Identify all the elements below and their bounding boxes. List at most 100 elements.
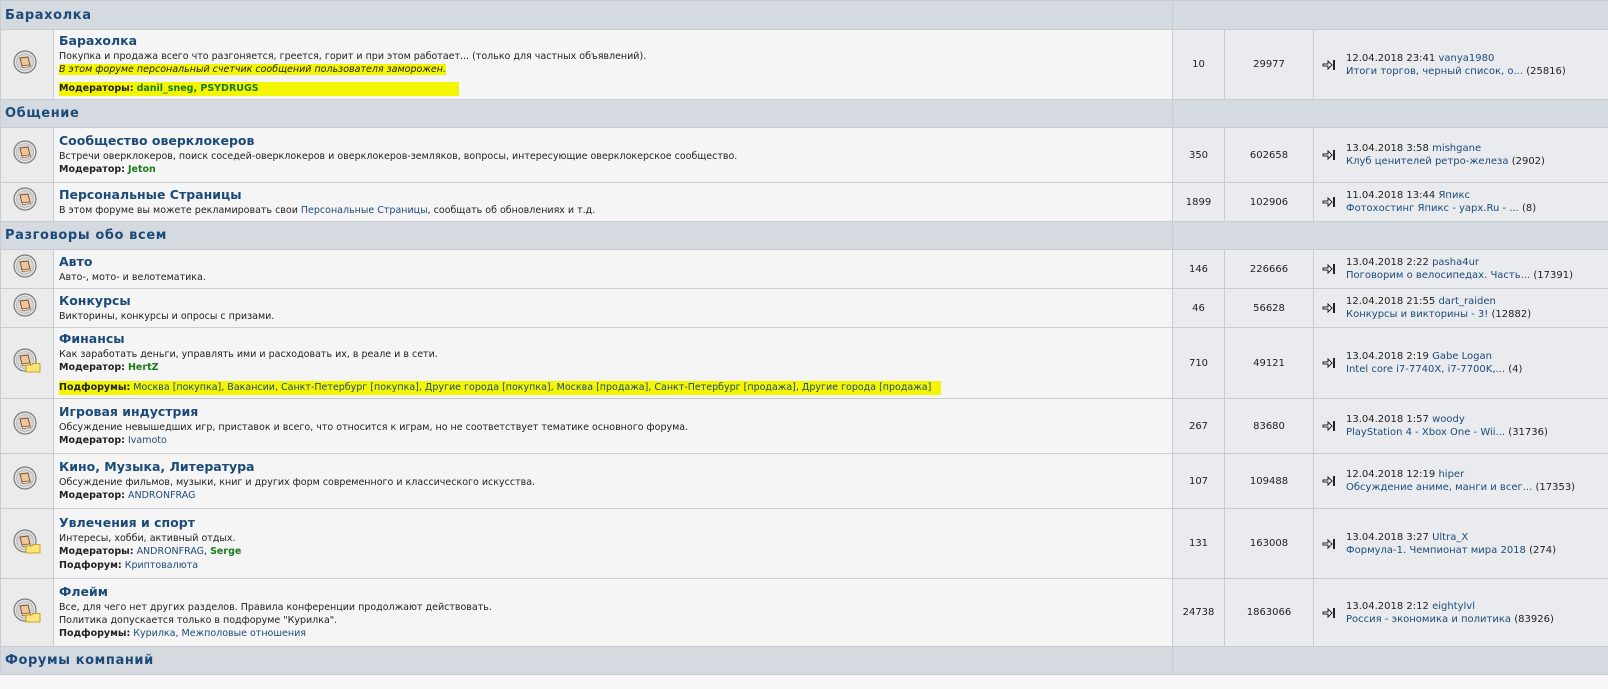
moderators-label: Модератор:: [59, 164, 125, 175]
last-post-date: 12.04.2018 21:55: [1346, 296, 1436, 307]
topics-count: 107: [1172, 453, 1225, 509]
forum-book-icon: [13, 187, 37, 211]
subforums-links[interactable]: Москва [покупка], Вакансии, Санкт-Петерб…: [133, 382, 931, 393]
last-post-topic[interactable]: Intel core i7-7740X, i7-7700K,...: [1346, 364, 1505, 375]
subforums-label: Подфорумы:: [59, 382, 131, 393]
forum-title[interactable]: Игровая индустрия: [59, 404, 1167, 419]
last-post-arrow-icon[interactable]: [1322, 357, 1340, 369]
forum-row: Финансы Как заработать деньги, управлять…: [0, 327, 1608, 399]
last-post-count: (8): [1522, 203, 1537, 214]
last-post-arrow-icon[interactable]: [1322, 302, 1340, 314]
last-post-arrow-icon[interactable]: [1322, 538, 1340, 550]
forum-book-icon: [13, 411, 37, 435]
category-row: Барахолка: [0, 0, 1608, 30]
personal-pages-link[interactable]: Персональные Страницы: [301, 205, 428, 216]
subforums-links[interactable]: Криптовалюта: [125, 560, 198, 571]
forum-description: Все, для чего нет других разделов. Прави…: [59, 602, 492, 613]
forum-row: Флейм Все, для чего нет других разделов.…: [0, 578, 1608, 647]
moderators-label: Модератор:: [59, 362, 125, 373]
last-post-topic[interactable]: Обсуждение аниме, манги и всег...: [1346, 482, 1532, 493]
last-post-user[interactable]: pasha4ur: [1432, 257, 1479, 268]
forum-description-end: , сообщать об обновлениях и т.д.: [427, 205, 596, 216]
last-post-arrow-icon[interactable]: [1322, 59, 1340, 71]
forum-book-folder-icon: [13, 528, 41, 553]
forum-title[interactable]: Увлечения и спорт: [59, 515, 1167, 530]
category-title[interactable]: Общение: [0, 99, 1173, 128]
forum-title[interactable]: Финансы: [59, 331, 1167, 346]
forum-description: Викторины, конкурсы и опросы с призами.: [59, 311, 275, 322]
forum-row: Кино, Музыка, Литература Обсуждение филь…: [0, 453, 1608, 509]
last-post-count: (17353): [1535, 482, 1576, 493]
last-post-arrow-icon[interactable]: [1322, 475, 1340, 487]
forum-description-2: Политика допускается только в подфоруме …: [59, 615, 338, 626]
last-post-user[interactable]: vanya1980: [1438, 53, 1494, 64]
last-post-date: 13.04.2018 2:12: [1346, 600, 1429, 612]
forum-note: В этом форуме персональный счетчик сообщ…: [59, 64, 446, 75]
category-title[interactable]: Барахолка: [0, 0, 1173, 30]
posts-count: 602658: [1224, 127, 1314, 183]
last-post-user[interactable]: Ultra_X: [1432, 532, 1468, 543]
forum-title[interactable]: Сообщество оверклокеров: [59, 133, 1167, 148]
last-post-user[interactable]: eightylvl: [1432, 601, 1475, 612]
last-post-user[interactable]: Gabe Logan: [1432, 351, 1492, 362]
topics-count: 131: [1172, 508, 1225, 579]
forum-description: Интересы, хобби, активный отдых.: [59, 532, 236, 544]
forum-description: В этом форуме вы можете рекламировать св…: [59, 205, 301, 216]
last-post-user[interactable]: hiper: [1438, 469, 1464, 480]
topics-count: 350: [1172, 127, 1225, 183]
last-post-date: 11.04.2018 13:44: [1346, 190, 1436, 201]
posts-count: 226666: [1224, 249, 1314, 289]
forum-title[interactable]: Флейм: [59, 584, 1167, 599]
last-post-topic[interactable]: Клуб ценителей ретро-железа: [1346, 156, 1509, 167]
last-post-count: (83926): [1514, 613, 1554, 625]
last-post-topic[interactable]: PlayStation 4 - Xbox One - Wii...: [1346, 427, 1505, 438]
last-post-topic[interactable]: Россия - экономика и политика: [1346, 614, 1511, 625]
last-post-arrow-icon[interactable]: [1322, 196, 1340, 208]
forum-title[interactable]: Конкурсы: [59, 293, 1167, 308]
last-post-date: 13.04.2018 1:57: [1346, 414, 1429, 425]
forum-book-icon: [13, 254, 37, 278]
moderators-link[interactable]: Jeton: [128, 164, 156, 175]
topics-count: 46: [1172, 288, 1225, 328]
moderators-link[interactable]: Ivamoto: [128, 435, 167, 446]
forum-description: Обсуждение невышедших игр, приставок и в…: [59, 422, 689, 433]
last-post-arrow-icon[interactable]: [1322, 149, 1340, 161]
moderators-link[interactable]: HertZ: [128, 362, 159, 373]
moderators-link[interactable]: danil_sneg, PSYDRUGS: [137, 83, 259, 94]
forum-row: Сообщество оверклокеров Встречи оверклок…: [0, 127, 1608, 183]
forum-row: Авто Авто-, мото- и велотематика. 146 22…: [0, 249, 1608, 289]
forum-title[interactable]: Авто: [59, 254, 1167, 269]
posts-count: 29977: [1224, 29, 1314, 100]
last-post-topic[interactable]: Поговорим о велосипедах. Часть...: [1346, 270, 1530, 281]
last-post-date: 12.04.2018 12:19: [1346, 469, 1436, 480]
forum-book-folder-icon: [13, 348, 41, 373]
topics-count: 146: [1172, 249, 1225, 289]
last-post-user[interactable]: Япикс: [1438, 190, 1470, 201]
category-title[interactable]: Форумы компаний: [0, 646, 1173, 675]
posts-count: 1863066: [1224, 578, 1314, 647]
last-post-date: 12.04.2018 23:41: [1346, 52, 1436, 64]
moderators-link[interactable]: ANDRONFRAG: [128, 490, 195, 501]
last-post-topic[interactable]: Формула-1. Чемпионат мира 2018: [1346, 545, 1526, 556]
forum-title[interactable]: Кино, Музыка, Литература: [59, 459, 1167, 474]
last-post-topic[interactable]: Фотохостинг Япикс - yapx.Ru - ...: [1346, 203, 1519, 214]
subforums-links[interactable]: Курилка, Межполовые отношения: [133, 628, 306, 639]
last-post-user[interactable]: dart_raiden: [1438, 296, 1495, 307]
last-post-arrow-icon[interactable]: [1322, 420, 1340, 432]
category-row: Разговоры обо всем: [0, 221, 1608, 250]
posts-count: 49121: [1224, 327, 1314, 399]
moderator-link-serge[interactable]: Serge: [210, 546, 241, 557]
last-post-arrow-icon[interactable]: [1322, 607, 1340, 619]
posts-count: 56628: [1224, 288, 1314, 328]
category-title[interactable]: Разговоры обо всем: [0, 221, 1173, 250]
last-post-topic[interactable]: Итоги торгов, черный список, о...: [1346, 66, 1523, 77]
forum-title[interactable]: Барахолка: [59, 33, 1167, 48]
moderator-link-andronfrag[interactable]: ANDRONFRAG: [137, 546, 204, 557]
last-post-topic[interactable]: Конкурсы и викторины - 3!: [1346, 309, 1488, 320]
forum-title[interactable]: Персональные Страницы: [59, 187, 1167, 202]
forum-row: Игровая индустрия Обсуждение невышедших …: [0, 398, 1608, 454]
last-post-arrow-icon[interactable]: [1322, 263, 1340, 275]
last-post-user[interactable]: woody: [1432, 414, 1465, 425]
last-post-user[interactable]: mishgane: [1432, 143, 1481, 154]
forum-description: Обсуждение фильмов, музыки, книг и други…: [59, 477, 536, 488]
